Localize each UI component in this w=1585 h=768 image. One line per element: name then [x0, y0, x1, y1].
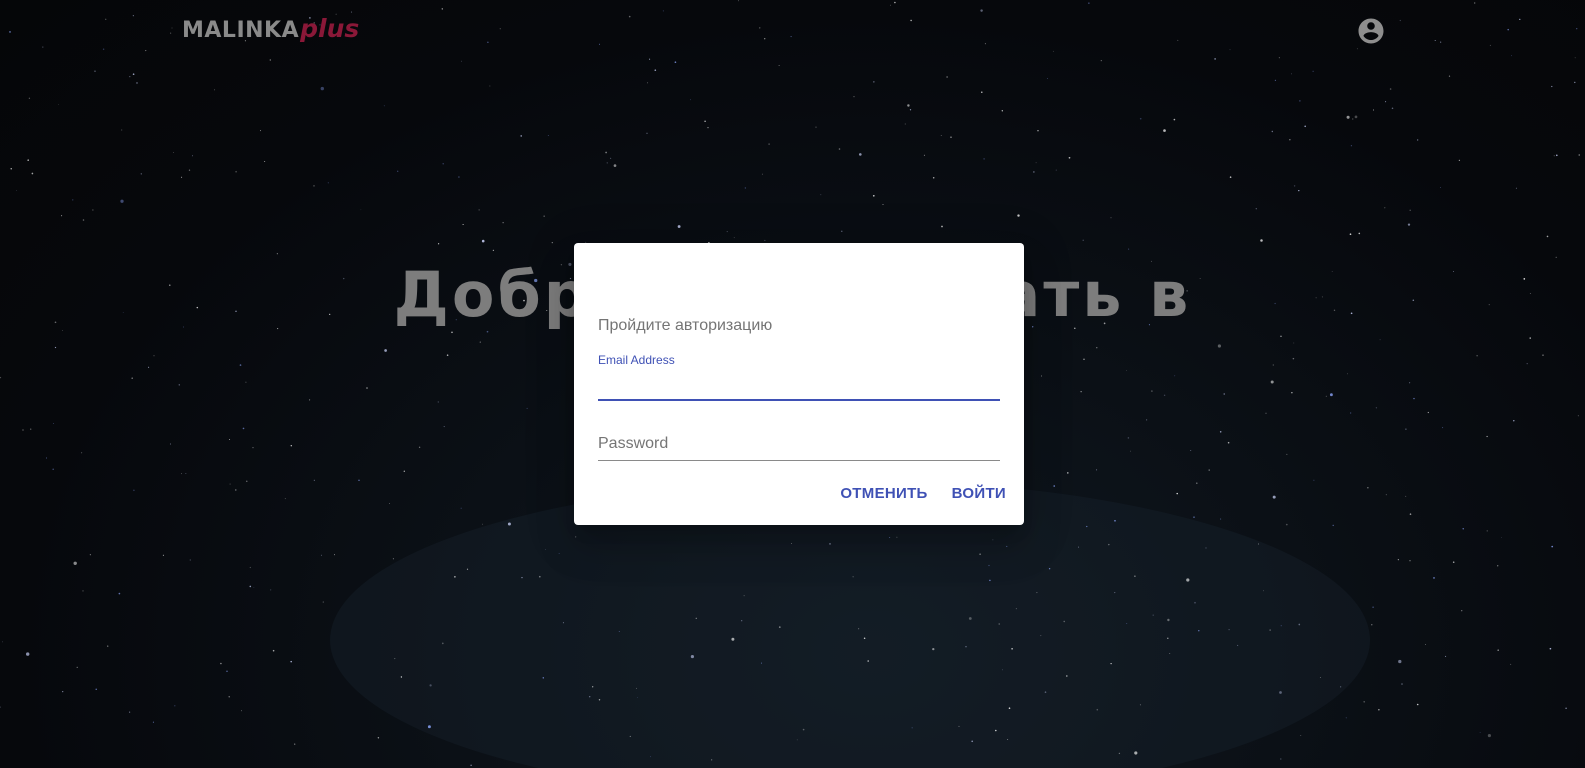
- account-circle-icon: [1358, 18, 1384, 44]
- email-field-underline: [598, 399, 1000, 401]
- page: MALINKA plus Добро пожаловать в Пройдите…: [0, 0, 1585, 768]
- password-field-underline: [598, 460, 1000, 461]
- password-input[interactable]: [598, 433, 1000, 455]
- email-input[interactable]: [598, 375, 1000, 397]
- email-field-label: Email Address: [598, 353, 675, 367]
- dialog-actions: ОТМЕНИТЬ ВОЙТИ: [832, 479, 1014, 508]
- login-button[interactable]: ВОЙТИ: [944, 479, 1014, 508]
- dialog-prompt-text: Пройдите авторизацию: [598, 317, 773, 334]
- login-dialog: Пройдите авторизацию Email Address ОТМЕН…: [574, 243, 1024, 525]
- logo-main-text: MALINKA: [182, 18, 300, 43]
- account-button[interactable]: [1356, 16, 1386, 46]
- cancel-button[interactable]: ОТМЕНИТЬ: [832, 479, 935, 508]
- site-logo[interactable]: MALINKA plus: [182, 14, 359, 48]
- logo-plus-text: plus: [300, 14, 360, 43]
- email-field[interactable]: Email Address: [598, 353, 1000, 401]
- password-field[interactable]: [598, 425, 1000, 461]
